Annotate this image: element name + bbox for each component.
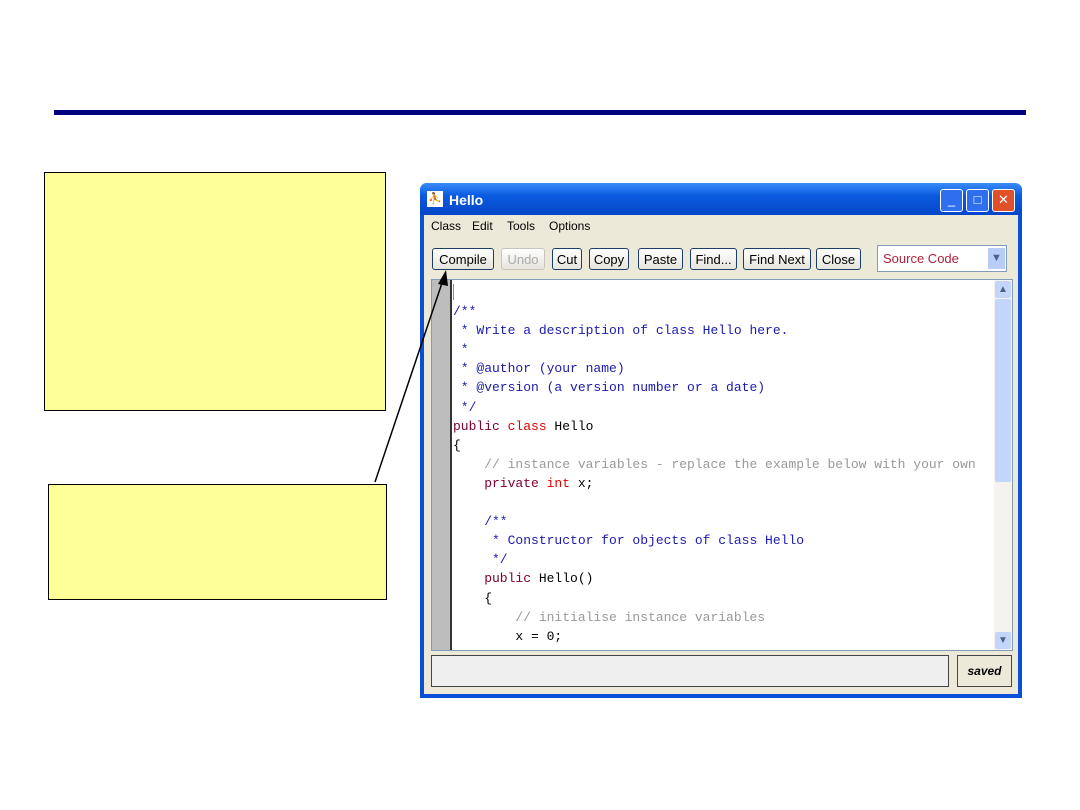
callout-arrow [374,270,448,483]
